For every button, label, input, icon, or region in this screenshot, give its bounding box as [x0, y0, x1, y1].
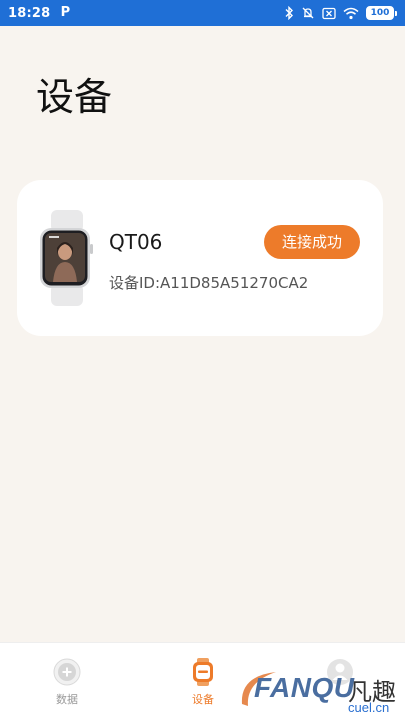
battery-tip: [395, 10, 397, 16]
parking-app-icon: P: [60, 5, 71, 20]
status-bar: 18:28 P 100: [0, 0, 405, 26]
nav-label-device: 设备: [192, 693, 214, 706]
battery-level: 100: [366, 6, 394, 20]
page-title: 设备: [36, 75, 113, 119]
battery-indicator: 100: [366, 6, 397, 20]
no-sim-icon: [322, 7, 336, 19]
site-watermark: FANQU 凡趣 cuel.cn: [236, 664, 402, 716]
bluetooth-icon: [285, 6, 293, 20]
nav-item-device[interactable]: 设备: [173, 657, 233, 707]
status-icons: 100: [284, 6, 397, 20]
health-plus-icon: [53, 658, 81, 686]
mute-bell-icon: [302, 7, 314, 19]
device-id: 设备ID:A11D85A51270CA2: [109, 274, 309, 292]
status-time: 18:28: [8, 5, 51, 21]
nav-item-data[interactable]: 数据: [37, 657, 97, 707]
watermark-site: cuel.cn: [348, 700, 390, 715]
device-card[interactable]: QT06 设备ID:A11D85A51270CA2 连接成功: [17, 180, 383, 336]
device-name: QT06: [109, 230, 163, 254]
watermark-brand: FANQU: [254, 672, 355, 703]
connection-status-button[interactable]: 连接成功: [264, 225, 360, 259]
watch-product-image: [40, 210, 93, 306]
nav-label-data: 数据: [56, 693, 78, 706]
watch-icon: [193, 658, 213, 686]
wifi-icon: [343, 7, 359, 19]
